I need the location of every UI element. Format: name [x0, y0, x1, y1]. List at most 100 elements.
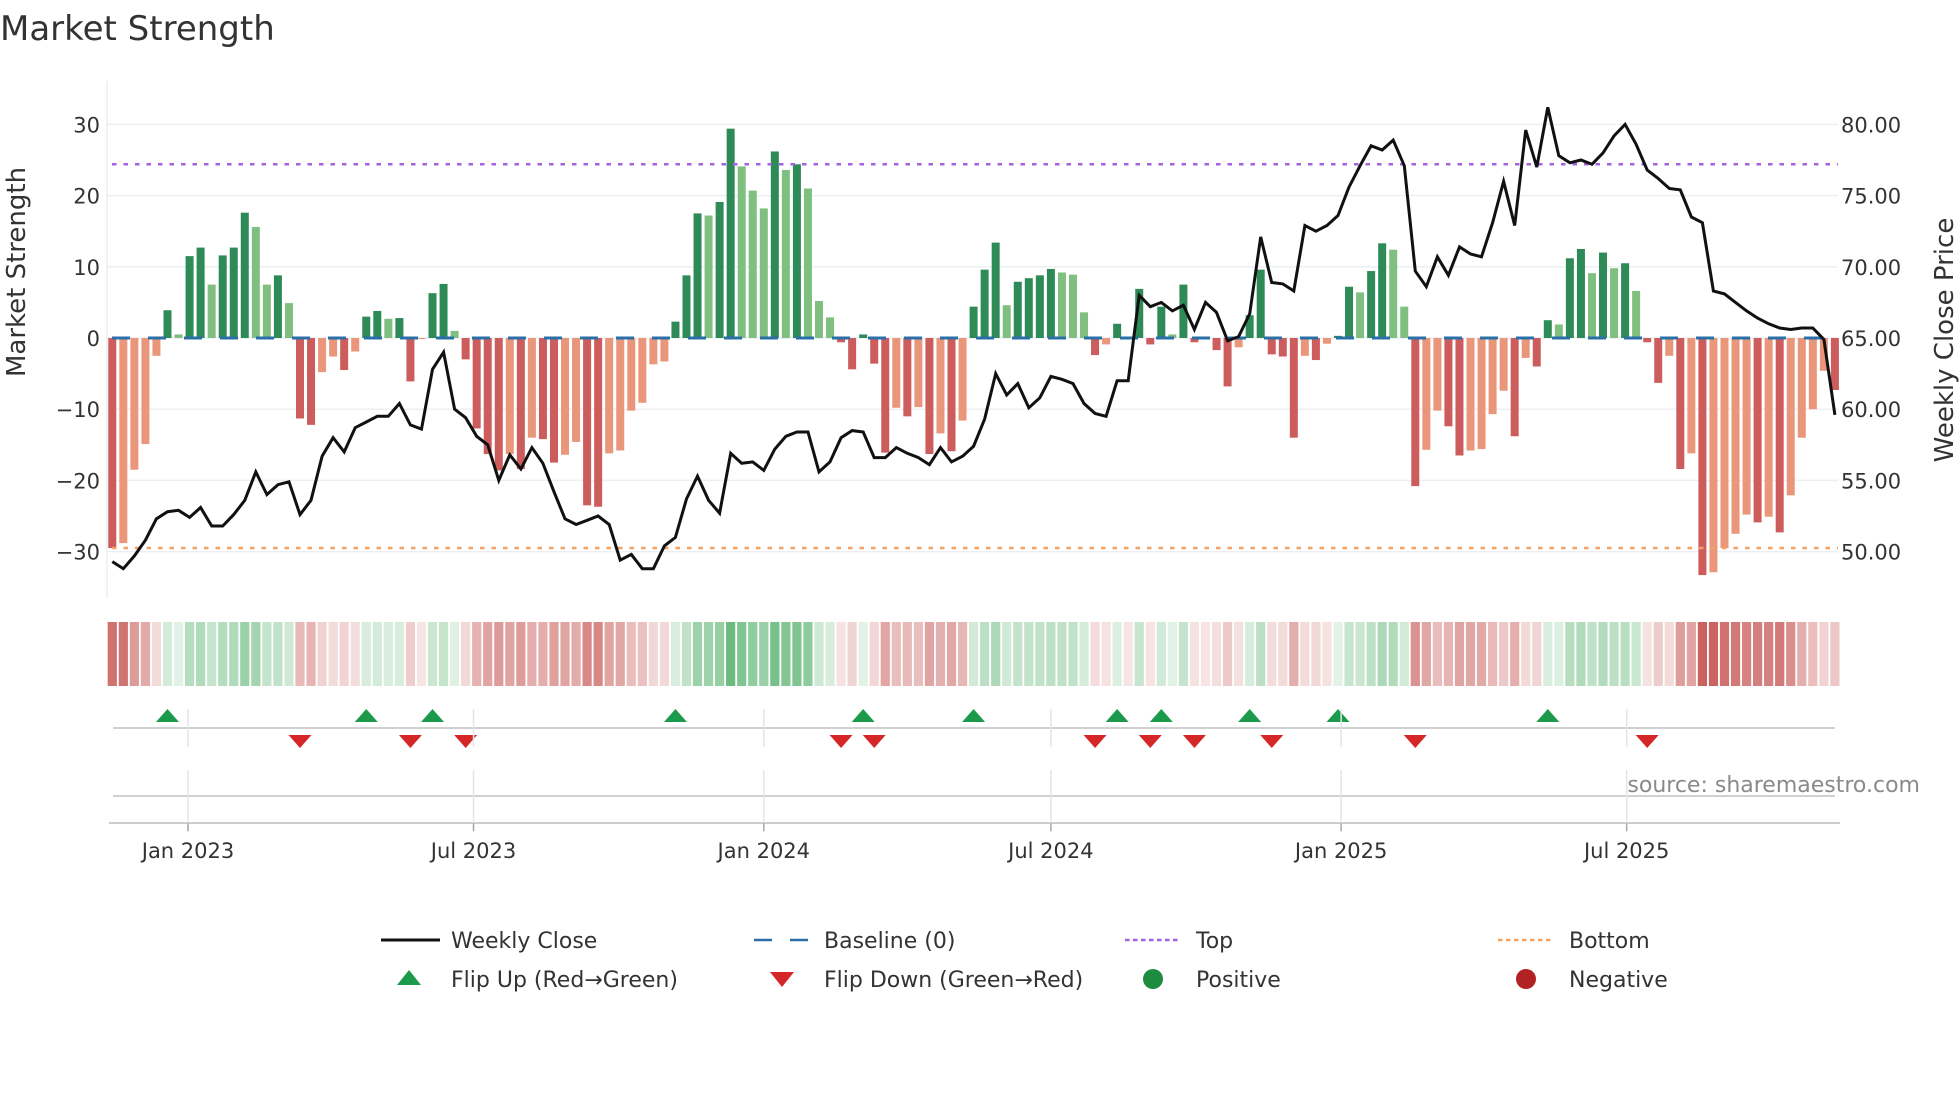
heat-cell — [284, 622, 294, 686]
strength-bar — [218, 255, 227, 338]
strength-bar — [1632, 291, 1641, 338]
heat-cell — [472, 622, 482, 686]
heat-cell — [659, 622, 670, 686]
legend-label: Bottom — [1569, 929, 1650, 954]
strength-bar — [1643, 338, 1652, 343]
strength-bar — [1013, 281, 1022, 338]
heat-cell — [1156, 622, 1166, 686]
heat-cell — [1300, 622, 1310, 686]
strength-bar — [958, 338, 967, 421]
heat-cell — [980, 622, 990, 686]
strength-bar — [395, 318, 404, 338]
flip-down-marker — [829, 735, 853, 748]
strength-bar — [1775, 338, 1784, 533]
heat-cell — [836, 622, 846, 686]
heat-cell — [405, 622, 416, 686]
strength-bar — [1797, 338, 1806, 438]
heat-cell — [1388, 622, 1398, 686]
strength-bar — [1367, 271, 1376, 338]
heat-cell — [1134, 622, 1144, 686]
flip-down-marker — [862, 735, 886, 748]
strength-bar — [207, 284, 216, 338]
heat-cell — [1267, 622, 1277, 686]
x-axis-ticks: Jan 2023 Jul 2023 Jan 2024 Jul 2024 Jan 2025… — [140, 709, 1669, 863]
strength-bar — [726, 128, 735, 338]
strength-bar — [406, 338, 415, 382]
flip-up-marker — [155, 709, 179, 722]
strength-bar — [384, 318, 393, 338]
strength-bar — [682, 275, 691, 338]
strength-bar — [638, 338, 647, 403]
flip-down-marker — [1403, 735, 1427, 748]
strength-bar — [417, 338, 426, 339]
y-tick-label: −30 — [56, 541, 100, 565]
heat-cell — [637, 622, 647, 686]
left-axis-ticks: 30 20 10 0 −10 −20 −30 — [56, 113, 100, 564]
heat-cell — [1377, 622, 1387, 686]
strength-bar — [561, 338, 570, 455]
heat-cell — [1311, 622, 1321, 686]
heat-cell — [759, 622, 769, 686]
flip-up-marker — [962, 709, 986, 722]
strength-bar — [1046, 268, 1055, 338]
strength-bar — [1565, 258, 1574, 338]
strength-bar — [1400, 306, 1409, 338]
heat-cell — [1499, 622, 1509, 686]
flip-down-marker — [398, 735, 422, 748]
heat-cell — [1333, 622, 1343, 686]
heat-cell — [670, 622, 681, 686]
strength-bar — [119, 338, 128, 544]
y2-tick-label: 70.00 — [1841, 256, 1901, 280]
heat-cell — [1200, 622, 1211, 686]
heat-cell — [339, 622, 349, 686]
strength-bar — [826, 317, 835, 338]
strength-bar — [1322, 338, 1331, 344]
strength-bar — [704, 215, 713, 338]
strength-bar — [848, 338, 857, 370]
heat-cell — [814, 622, 824, 686]
x-tick-label: Jul 2025 — [1582, 839, 1669, 863]
strength-bar — [903, 338, 912, 417]
strength-bar — [1599, 252, 1608, 338]
heat-cell — [1786, 622, 1796, 686]
heat-cell — [1620, 622, 1630, 686]
heat-cell — [1808, 622, 1818, 686]
heat-cell — [173, 622, 184, 686]
heat-cell — [1421, 622, 1431, 686]
heat-cell — [1145, 622, 1155, 686]
legend-item-tri-up: Flip Up (Red→Green) — [397, 968, 678, 993]
strength-bar — [1080, 312, 1089, 338]
strength-bar — [329, 338, 338, 357]
flip-up-marker — [1536, 709, 1560, 722]
heat-cell — [748, 622, 758, 686]
strength-bar — [936, 338, 945, 434]
strength-bar — [340, 338, 349, 371]
legend-item-dot-neg: Negative — [1516, 968, 1668, 993]
strength-bar — [1356, 292, 1365, 338]
strength-bar — [1621, 263, 1630, 338]
heat-cell — [891, 622, 901, 686]
heat-cell — [1510, 622, 1520, 686]
heat-cell — [1013, 622, 1023, 686]
heat-cell — [1476, 622, 1487, 686]
heat-cell — [1024, 622, 1034, 686]
x-tick-label: Jan 2023 — [140, 839, 235, 863]
heat-cell — [317, 622, 327, 686]
heat-cell — [1222, 622, 1233, 686]
strength-bar — [1665, 338, 1674, 356]
strength-bar — [1057, 272, 1066, 338]
heat-cell — [527, 622, 537, 686]
strength-bar — [284, 303, 293, 338]
strength-bar — [1278, 338, 1287, 357]
y2-tick-label: 55.00 — [1841, 469, 1901, 493]
heat-cell — [1686, 622, 1696, 686]
heat-cell — [1642, 622, 1652, 686]
y2-tick-label: 75.00 — [1841, 185, 1901, 209]
heat-cell — [516, 622, 526, 686]
heat-cell — [229, 622, 239, 686]
strength-bar — [1113, 323, 1122, 338]
strength-bar — [108, 338, 117, 549]
heat-cell — [1189, 622, 1200, 686]
strength-bar — [318, 338, 327, 373]
strength-bar — [1389, 249, 1398, 338]
